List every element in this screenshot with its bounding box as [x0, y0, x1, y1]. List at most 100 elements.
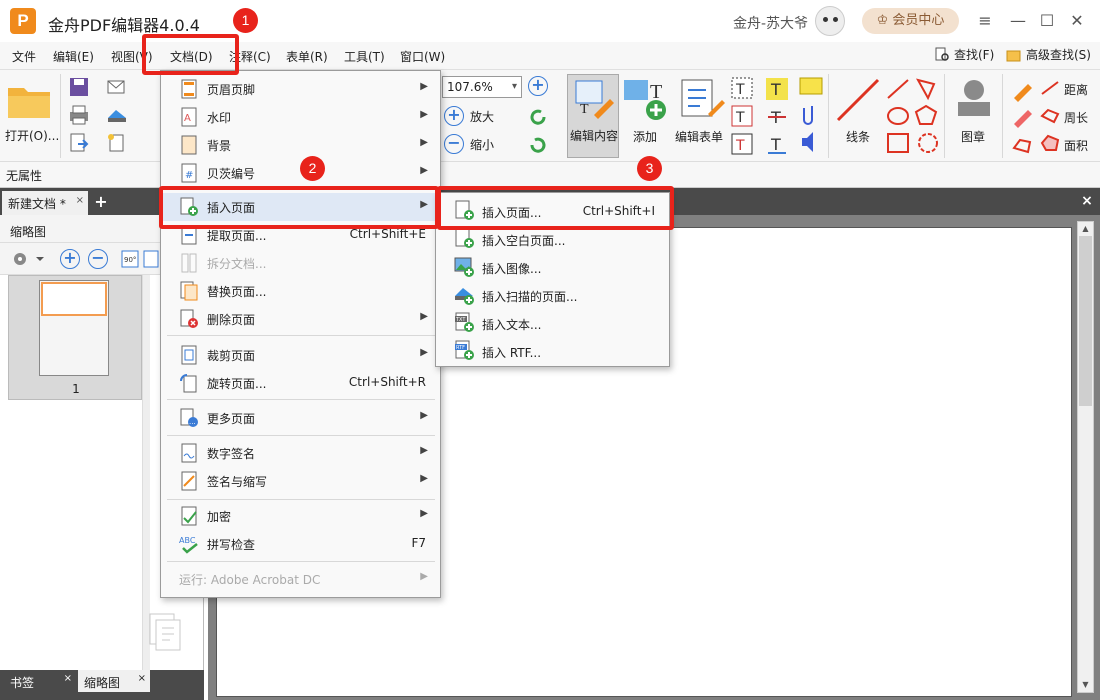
area-label[interactable]: 面积: [1064, 137, 1088, 154]
menu-item-background[interactable]: 背景 ▶: [161, 131, 440, 159]
note-attach-icons[interactable]: [798, 76, 826, 156]
add-tab-button[interactable]: +: [92, 193, 110, 211]
options-gear-icon[interactable]: [10, 249, 46, 269]
document-tab[interactable]: 新建文档 * ×: [2, 191, 88, 215]
menu-item-delete-page[interactable]: 删除页面 ▶: [161, 305, 440, 333]
zoom-in-icon[interactable]: +: [528, 76, 548, 96]
close-document-icon[interactable]: ×: [1078, 192, 1096, 210]
menu-item-crop-page[interactable]: 裁剪页面 ▶: [161, 341, 440, 369]
vertical-scrollbar[interactable]: ▲ ▼: [1077, 221, 1094, 693]
user-avatar[interactable]: [815, 6, 845, 36]
advanced-find-button[interactable]: 高级查找(S): [1006, 46, 1091, 63]
svg-text:A: A: [184, 113, 191, 124]
zoom-plus-icon[interactable]: +: [444, 106, 464, 126]
area-icon[interactable]: [1040, 134, 1060, 152]
edit-form-label[interactable]: 编辑表单: [675, 128, 723, 145]
scan-icon[interactable]: [106, 104, 128, 126]
menu-item-replace-page[interactable]: 替换页面...: [161, 277, 440, 305]
stamp-icon[interactable]: [952, 76, 996, 124]
menu-window[interactable]: 窗口(W): [400, 48, 445, 65]
submenu-item-insert-image[interactable]: 插入图像...: [436, 252, 669, 280]
svg-text:T: T: [580, 102, 589, 117]
scroll-thumb[interactable]: [1079, 236, 1092, 406]
scroll-down-icon[interactable]: ▼: [1078, 678, 1093, 692]
menu-item-digital-signature[interactable]: 数字签名 ▶: [161, 439, 440, 467]
line-tool-icon[interactable]: [834, 76, 884, 124]
menu-item-label: 签名与缩写: [207, 475, 268, 489]
minimize-button[interactable]: —: [1005, 8, 1031, 34]
menu-item-encrypt[interactable]: 加密 ▶: [161, 502, 440, 530]
thumbnail-viewport[interactable]: [41, 282, 107, 316]
menu-item-spell-check[interactable]: ABC 拼写检查 F7: [161, 530, 440, 558]
app-logo: P: [10, 8, 36, 34]
menu-item-label: 删除页面: [207, 313, 256, 327]
step-badge-2: 2: [300, 156, 325, 181]
export-icon[interactable]: [68, 132, 90, 154]
menu-shortcut: Ctrl+Shift+E: [349, 227, 426, 241]
scroll-up-icon[interactable]: ▲: [1078, 222, 1093, 236]
edit-form-icon[interactable]: [678, 76, 726, 122]
submenu-item-insert-rtf[interactable]: RTF 插入 RTF...: [436, 336, 669, 364]
save-icon[interactable]: [68, 76, 90, 98]
menu-item-label: 提取页面...: [207, 229, 267, 243]
text-markup-icons[interactable]: TTT: [764, 76, 792, 156]
panel-tab-bar: 书签 × 缩略图 ×: [0, 670, 204, 700]
add-label[interactable]: 添加: [633, 128, 657, 145]
submenu-item-insert-scanned-page[interactable]: 插入扫描的页面...: [436, 280, 669, 308]
menu-item-more-pages[interactable]: ... 更多页面 ▶: [161, 404, 440, 432]
thumb-rotate-icons[interactable]: 90°: [120, 247, 160, 271]
close-thumbnail-tab-icon[interactable]: ×: [138, 673, 146, 684]
perimeter-icon[interactable]: [1040, 108, 1060, 124]
menu-file[interactable]: 文件: [12, 48, 36, 65]
print-icon[interactable]: [68, 104, 90, 126]
menu-item-rotate-page[interactable]: 旋转页面... Ctrl+Shift+R: [161, 369, 440, 397]
distance-label[interactable]: 距离: [1064, 81, 1088, 98]
stamp-label[interactable]: 图章: [961, 128, 985, 145]
close-bookmark-tab-icon[interactable]: ×: [64, 673, 72, 684]
user-name[interactable]: 金舟-苏大爷: [733, 13, 808, 33]
find-icon: [935, 47, 949, 61]
rotate-right-icon[interactable]: [527, 134, 549, 156]
menu-form[interactable]: 表单(R): [286, 48, 328, 65]
find-button[interactable]: 查找(F): [934, 46, 994, 63]
close-tab-icon[interactable]: ×: [76, 195, 84, 206]
distance-icon[interactable]: [1040, 80, 1060, 96]
menu-item-watermark[interactable]: A 水印 ▶: [161, 103, 440, 131]
zoom-minus-icon[interactable]: −: [444, 134, 464, 154]
text-box-icons[interactable]: TTT: [728, 76, 756, 156]
open-label[interactable]: 打开(O)...: [5, 127, 59, 144]
page-thumbnail[interactable]: 1: [8, 275, 142, 400]
menu-separator: [167, 335, 435, 336]
menu-tools[interactable]: 工具(T): [344, 48, 385, 65]
thumbnail-tab[interactable]: 缩略图 ×: [78, 670, 150, 692]
rotate-left-icon[interactable]: [527, 106, 549, 128]
svg-text:T: T: [735, 82, 745, 98]
menu-separator: [167, 435, 435, 436]
menu-item-label: 更多页面: [207, 412, 256, 426]
zoom-out-label[interactable]: 缩小: [470, 136, 494, 153]
window-menu-button[interactable]: ≡: [972, 8, 998, 34]
menu-item-sign-initials[interactable]: 签名与缩写 ▶: [161, 467, 440, 495]
add-content-icon[interactable]: T: [622, 76, 670, 122]
bookmark-tab[interactable]: 书签 ×: [4, 670, 76, 692]
new-doc-icon[interactable]: [106, 132, 128, 154]
perimeter-label[interactable]: 周长: [1064, 109, 1088, 126]
measure-tools-icons[interactable]: [1010, 78, 1034, 154]
thumb-zoom-out-icon[interactable]: −: [88, 249, 108, 269]
line-label[interactable]: 线条: [846, 128, 870, 145]
vip-center-button[interactable]: ♔ 会员中心: [862, 8, 959, 34]
edit-content-button[interactable]: T 编辑内容: [567, 74, 619, 158]
text-file-icon: TXT: [455, 312, 474, 332]
menu-item-header-footer[interactable]: 页眉页脚 ▶: [161, 75, 440, 103]
thumb-zoom-in-icon[interactable]: +: [60, 249, 80, 269]
close-window-button[interactable]: ✕: [1064, 8, 1090, 34]
shape-tools-icons[interactable]: [884, 76, 944, 156]
maximize-button[interactable]: ☐: [1034, 8, 1060, 34]
more-pages-icon: ...: [180, 408, 198, 427]
email-icon[interactable]: [106, 76, 128, 98]
submenu-item-insert-text[interactable]: TXT 插入文本...: [436, 308, 669, 336]
zoom-in-label[interactable]: 放大: [470, 108, 494, 125]
menu-edit[interactable]: 编辑(E): [53, 48, 94, 65]
zoom-select[interactable]: 107.6%: [442, 76, 522, 98]
open-folder-icon[interactable]: [6, 80, 54, 120]
